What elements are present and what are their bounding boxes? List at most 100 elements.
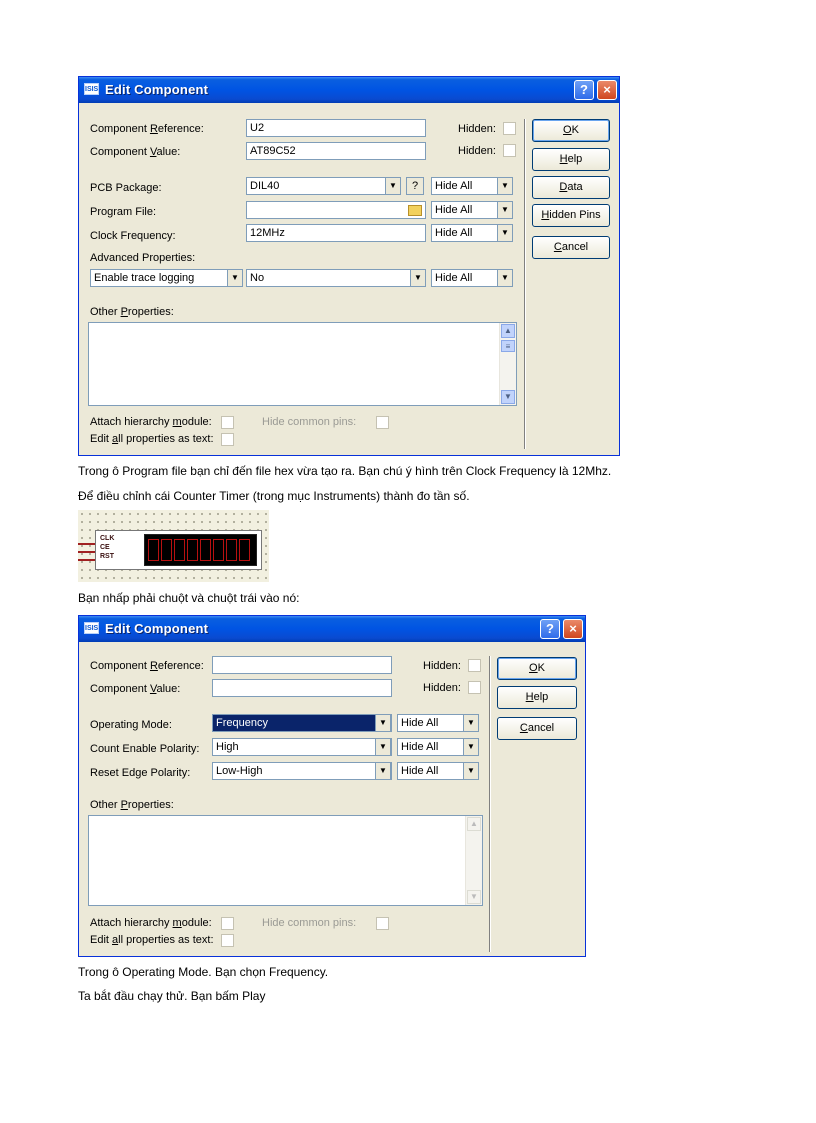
display-digit [161,539,172,561]
clock-frequency-input[interactable]: 12MHz [246,224,426,242]
chevron-down-icon[interactable]: ▼ [497,224,513,242]
chevron-down-icon[interactable]: ▼ [375,714,391,732]
hide-common-pins-label: Hide common pins: [262,917,357,929]
chevron-down-icon[interactable]: ▼ [463,762,479,780]
value-hidden-checkbox[interactable] [503,144,516,157]
dialog-title: Edit Component [105,621,209,636]
hidden-pins-button[interactable]: Hidden Pins [532,204,610,227]
help-button[interactable]: Help [532,148,610,171]
edit-all-properties-checkbox[interactable] [221,934,234,947]
component-value-label: Component Value: [90,683,181,695]
paragraph-play: Ta bắt đầu chạy thử. Bạn bấm Play [78,989,266,1003]
scroll-up-icon: ▲ [467,817,481,831]
edit-all-properties-checkbox[interactable] [221,433,234,446]
program-file-label: Program File: [90,206,157,218]
pcb-package-help-button[interactable]: ? [406,177,424,195]
reset-edge-polarity-label: Reset Edge Polarity: [90,767,191,779]
display-digit [213,539,224,561]
scroll-down-icon[interactable]: ▼ [501,390,515,404]
paragraph-counter-timer: Để điều chỉnh cái Counter Timer (trong m… [78,489,470,503]
value-hidden-checkbox[interactable] [468,681,481,694]
display-digit [174,539,185,561]
advanced-properties-label: Advanced Properties: [90,252,196,264]
component-reference-input[interactable] [212,656,392,674]
reset-edge-polarity-select[interactable]: Low-High [212,762,392,780]
component-reference-input[interactable]: U2 [246,119,426,137]
other-properties-textarea[interactable]: ▲ ▼ [88,815,483,906]
folder-browse-icon[interactable] [408,205,422,216]
display-digit [200,539,211,561]
attach-hierarchy-module-label: Attach hierarchy module: [90,917,212,929]
reference-hidden-checkbox[interactable] [468,659,481,672]
attach-hierarchy-module-checkbox[interactable] [221,416,234,429]
attach-hierarchy-module-checkbox[interactable] [221,917,234,930]
scroll-thumb[interactable]: ≡ [501,340,515,352]
title-bar[interactable]: ISIS Edit Component ? × [79,616,585,642]
ok-button[interactable]: OK [532,119,610,142]
divider [489,656,491,952]
paragraph-operating-mode: Trong ô Operating Mode. Bạn chọn Frequen… [78,965,329,979]
component-reference-label: Component Reference: [90,123,204,135]
help-question-icon[interactable]: ? [540,619,560,639]
display-digit [187,539,198,561]
clock-frequency-label: Clock Frequency: [90,230,176,242]
pin-label-clk: CLK [100,535,115,542]
display-digit [148,539,159,561]
cancel-button[interactable]: Cancel [532,236,610,259]
other-properties-label: Other Properties: [90,306,174,318]
ok-button[interactable]: OK [497,657,577,680]
close-icon[interactable]: × [597,80,617,100]
value-hidden-label: Hidden: [458,145,496,157]
scroll-down-icon: ▼ [467,890,481,904]
chevron-down-icon[interactable]: ▼ [497,201,513,219]
chevron-down-icon[interactable]: ▼ [497,177,513,195]
component-value-input[interactable] [212,679,392,697]
scrollbar[interactable]: ▲ ≡ ▼ [499,323,516,405]
attach-hierarchy-module-label: Attach hierarchy module: [90,416,212,428]
other-properties-label: Other Properties: [90,799,174,811]
count-enable-polarity-label: Count Enable Polarity: [90,743,200,755]
edit-all-properties-label: Edit all properties as text: [90,934,214,946]
chevron-down-icon[interactable]: ▼ [375,762,391,780]
edit-component-dialog-2: ISIS Edit Component ? × Component Refere… [78,615,586,957]
chevron-down-icon[interactable]: ▼ [463,714,479,732]
component-value-input[interactable]: AT89C52 [246,142,426,160]
title-bar[interactable]: ISIS Edit Component ? × [79,77,619,103]
pcb-package-label: PCB Package: [90,182,162,194]
display-digit [226,539,237,561]
counter-timer-image: CLK CE RST [78,510,269,582]
chevron-down-icon[interactable]: ▼ [410,269,426,287]
advanced-property-select[interactable]: Enable trace logging [90,269,243,287]
reference-hidden-checkbox[interactable] [503,122,516,135]
pcb-package-select[interactable]: DIL40 [246,177,401,195]
counter-timer-body: CLK CE RST [95,530,262,570]
hide-common-pins-checkbox [376,416,389,429]
chevron-down-icon[interactable]: ▼ [375,738,391,756]
reference-hidden-label: Hidden: [458,123,496,135]
hide-common-pins-label: Hide common pins: [262,416,357,428]
chevron-down-icon[interactable]: ▼ [463,738,479,756]
program-file-input[interactable] [246,201,426,219]
scroll-up-icon[interactable]: ▲ [501,324,515,338]
seven-segment-display [144,534,257,566]
other-properties-textarea[interactable]: ▲ ≡ ▼ [88,322,517,406]
help-button[interactable]: Help [497,686,577,709]
dialog-title: Edit Component [105,82,209,97]
data-button[interactable]: Data [532,176,610,199]
help-question-icon[interactable]: ? [574,80,594,100]
chevron-down-icon[interactable]: ▼ [227,269,243,287]
close-icon[interactable]: × [563,619,583,639]
component-reference-label: Component Reference: [90,660,204,672]
chevron-down-icon[interactable]: ▼ [497,269,513,287]
chevron-down-icon[interactable]: ▼ [385,177,401,195]
operating-mode-select[interactable]: Frequency [212,714,392,732]
isis-app-icon: ISIS [84,622,99,634]
count-enable-polarity-select[interactable]: High [212,738,392,756]
scrollbar: ▲ ▼ [465,816,482,905]
edit-component-dialog-1: ISIS Edit Component ? × Component Refere… [78,76,620,456]
edit-all-properties-label: Edit all properties as text: [90,433,214,445]
paragraph-program-file: Trong ô Program file bạn chỉ đến file he… [78,464,612,478]
advanced-value-select[interactable]: No [246,269,426,287]
cancel-button[interactable]: Cancel [497,717,577,740]
pin-label-ce: CE [100,544,110,551]
